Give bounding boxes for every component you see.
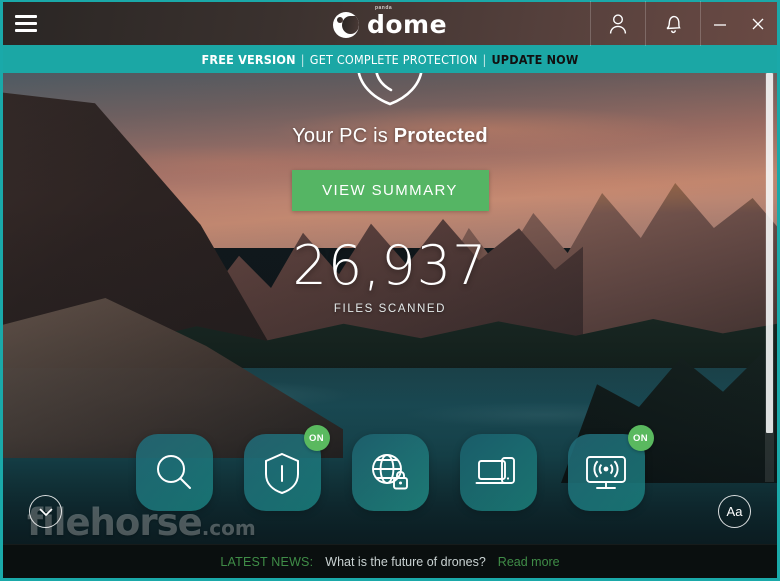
text-size-label: Aa [726, 504, 743, 519]
promo-free-version: FREE VERSION [201, 51, 296, 67]
status-strong: Protected [393, 125, 488, 147]
close-button[interactable] [739, 1, 777, 46]
user-icon[interactable] [590, 1, 645, 46]
news-label: LATEST NEWS: [220, 554, 314, 569]
tile-protection[interactable]: ON [243, 425, 330, 511]
badge-on-protection: ON [303, 425, 330, 451]
logo-title: dome [366, 10, 448, 39]
magnifier-icon [157, 454, 191, 489]
news-headline[interactable]: What is the future of drones? [325, 555, 486, 569]
laptop-phone-icon [475, 456, 515, 484]
files-scanned-label: FILES SCANNED [333, 303, 447, 315]
tile-scan[interactable] [135, 434, 213, 511]
status-prefix: Your PC is [292, 125, 394, 147]
promo-middle-text: GET COMPLETE PROTECTION [309, 51, 478, 67]
promo-separator-2: | [482, 51, 487, 67]
news-read-more-link[interactable]: Read more [498, 555, 560, 569]
shield-icon [265, 452, 299, 494]
news-bar: LATEST NEWS: What is the future of drone… [3, 544, 777, 578]
promo-update-now-link[interactable]: UPDATE NOW [491, 52, 578, 67]
promo-banner[interactable]: FREE VERSION | GET COMPLETE PROTECTION | UPD… [3, 45, 777, 73]
logo-subtext: panda [374, 5, 393, 11]
globe-lock-icon [372, 453, 408, 489]
bell-icon[interactable] [645, 1, 700, 46]
minimize-button[interactable] [700, 1, 739, 46]
badge-on-wifi: ON [627, 425, 654, 451]
text-size-button[interactable]: Aa [718, 495, 751, 528]
expand-panel-button[interactable] [29, 495, 62, 528]
tile-vpn[interactable] [351, 434, 429, 511]
chevron-down-icon [39, 508, 52, 516]
window-controls [590, 1, 777, 46]
title-bar: panda dome [3, 0, 777, 46]
feature-tiles: ON ON [3, 425, 777, 511]
monitor-wifi-icon [586, 455, 626, 489]
page-scrollbar[interactable] [765, 73, 774, 482]
scrollbar-thumb[interactable] [766, 73, 773, 433]
hamburger-icon[interactable] [3, 1, 49, 46]
promo-text: FREE VERSION | GET COMPLETE PROTECTION | UPD… [201, 52, 578, 67]
files-scanned-count: 26,937 [292, 234, 488, 297]
view-summary-button[interactable]: VIEW SUMMARY [291, 170, 489, 211]
promo-separator-1: | [300, 51, 305, 67]
tile-wifi-monitor[interactable]: ON [567, 425, 654, 511]
protection-status: Your PC is Protected [292, 125, 488, 148]
tile-devices[interactable] [459, 434, 537, 511]
panda-dome-window: panda dome FREE VERSION | GET COMPLETE P… [0, 0, 780, 581]
panda-logo-icon [332, 11, 359, 38]
